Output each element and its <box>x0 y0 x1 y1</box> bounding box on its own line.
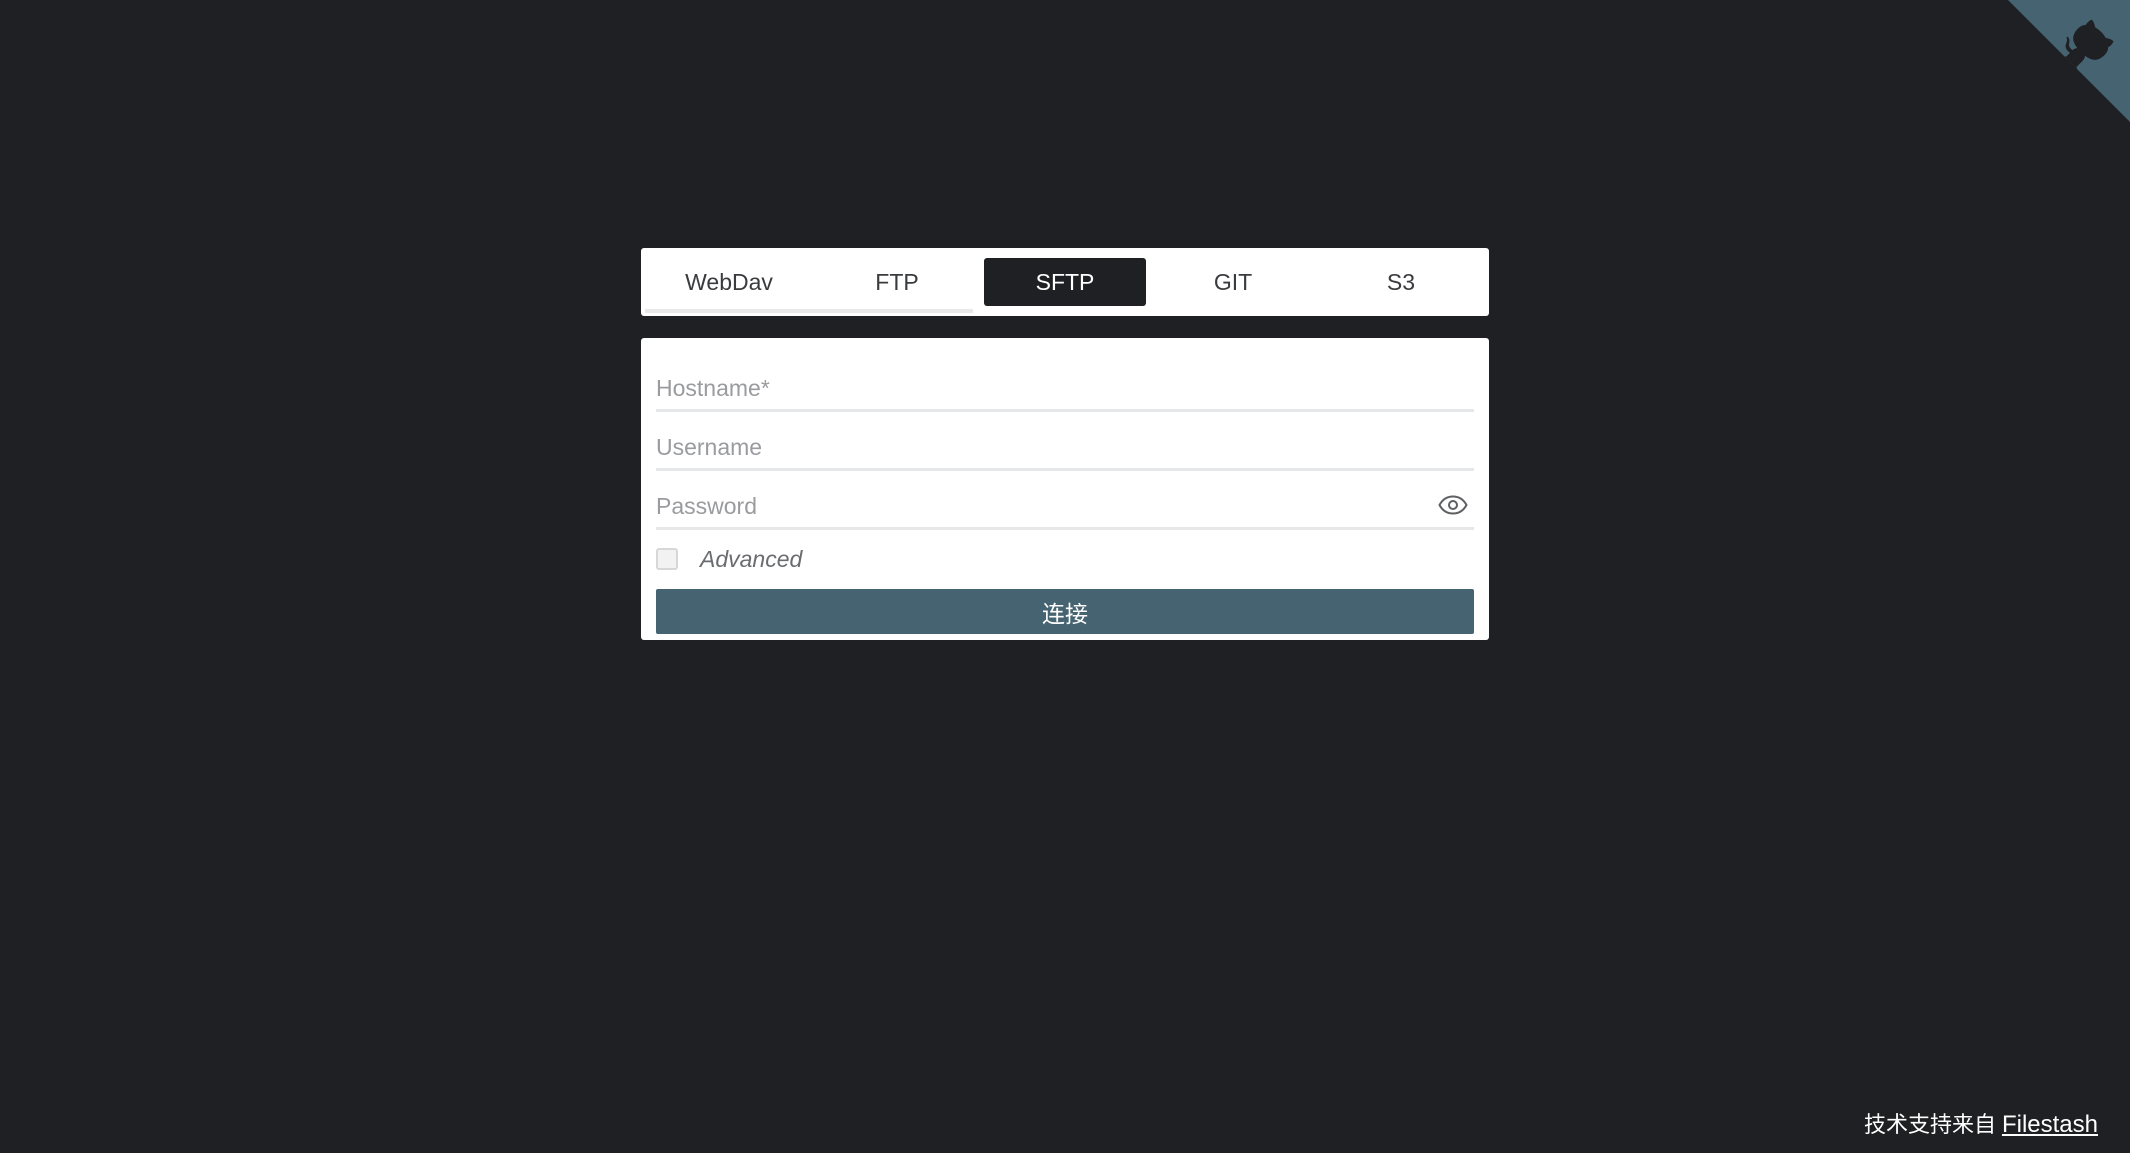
github-octocat-icon <box>2008 0 2130 122</box>
password-field-wrapper <box>656 471 1474 530</box>
login-panel: WebDav FTP SFTP GIT S3 Advanced <box>641 248 1489 640</box>
filestash-link[interactable]: Filestash <box>2002 1111 2098 1138</box>
username-field-wrapper <box>656 412 1474 471</box>
backend-tabs: WebDav FTP SFTP GIT S3 <box>641 248 1489 316</box>
tabs-underline <box>645 309 973 313</box>
github-corner-link[interactable] <box>2008 0 2130 122</box>
hostname-input[interactable] <box>656 353 1474 409</box>
eye-icon[interactable] <box>1438 495 1468 515</box>
connect-button[interactable]: 连接 <box>656 589 1474 634</box>
hostname-field-wrapper <box>656 353 1474 412</box>
tab-s3[interactable]: S3 <box>1320 258 1482 306</box>
password-input[interactable] <box>656 471 1474 527</box>
tab-webdav[interactable]: WebDav <box>648 258 810 306</box>
advanced-checkbox[interactable] <box>656 548 678 570</box>
powered-by-text: 技术支持来自 <box>1863 1113 1996 1138</box>
advanced-label[interactable]: Advanced <box>700 546 802 573</box>
powered-by-footer: 技术支持来自 Filestash <box>1864 1107 2098 1139</box>
tab-sftp[interactable]: SFTP <box>984 258 1146 306</box>
tab-ftp[interactable]: FTP <box>816 258 978 306</box>
advanced-row: Advanced <box>656 530 1474 588</box>
username-input[interactable] <box>656 412 1474 468</box>
page: WebDav FTP SFTP GIT S3 Advanced <box>0 0 2130 1153</box>
sftp-login-form: Advanced 连接 <box>641 338 1489 640</box>
tab-git[interactable]: GIT <box>1152 258 1314 306</box>
